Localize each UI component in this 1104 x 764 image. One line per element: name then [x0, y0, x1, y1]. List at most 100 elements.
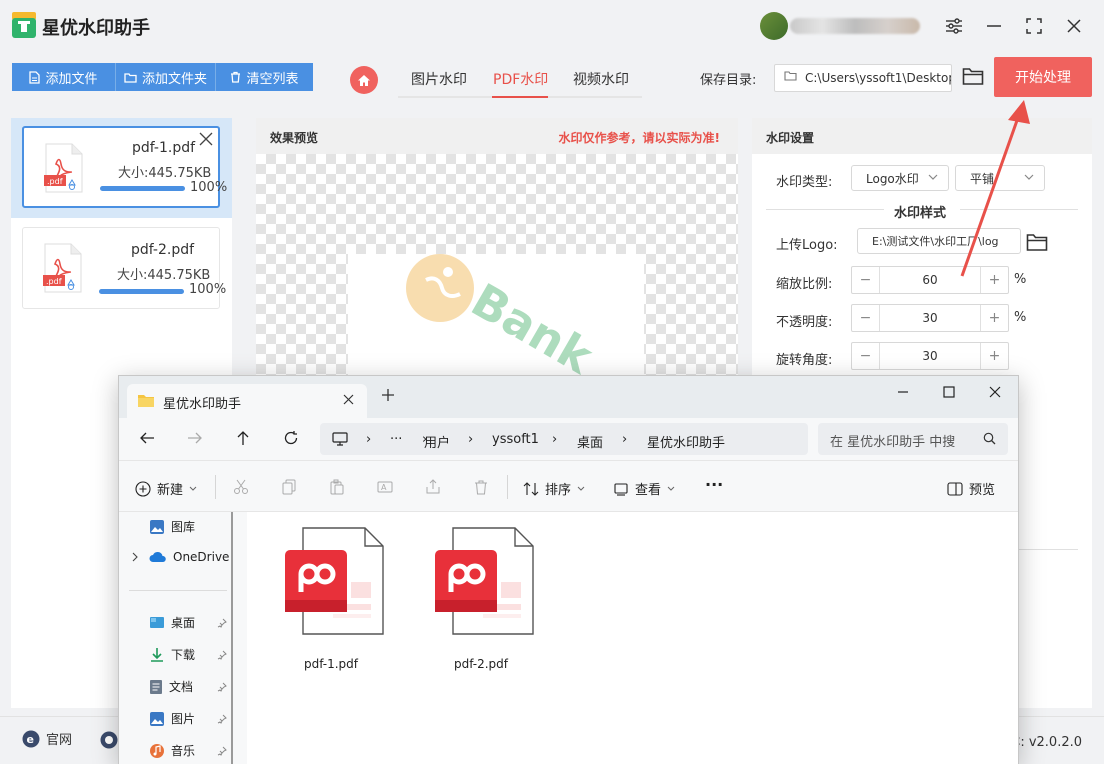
view-label: 查看	[635, 483, 662, 498]
search-box[interactable]: 在 星优水印助手 中搜	[818, 423, 1008, 455]
browse-folder-icon[interactable]	[962, 66, 984, 86]
chat-icon[interactable]	[100, 731, 118, 749]
new-button[interactable]: 新建	[135, 479, 197, 498]
add-folder-label: 添加文件夹	[141, 71, 207, 87]
chevron-right-icon[interactable]	[131, 552, 139, 562]
start-process-button[interactable]: 开始处理	[994, 57, 1092, 97]
pin-icon[interactable]	[217, 714, 227, 724]
sidebar-item-music[interactable]: 音乐	[149, 742, 195, 759]
rotation-value[interactable]: 30	[880, 349, 980, 363]
add-folder-button[interactable]: 添加文件夹	[116, 63, 216, 91]
settings-button[interactable]	[940, 12, 968, 40]
view-button[interactable]: 查看	[613, 479, 675, 498]
breadcrumb-users[interactable]: 用户	[424, 432, 450, 451]
file-item[interactable]: .pdf pdf-1.pdf 大小:445.75KB 100%	[22, 126, 227, 208]
save-dir-label: 保存目录:	[700, 73, 757, 88]
breadcrumb-more[interactable]: ···	[390, 432, 402, 447]
sidebar-item-label: 桌面	[171, 616, 196, 630]
more-options-button[interactable]: ···	[705, 475, 723, 494]
trash-icon	[231, 71, 241, 83]
sidebar-item-label: 音乐	[171, 744, 196, 758]
file-name: pdf-1.pdf	[132, 140, 196, 156]
sidebar-item-desktop[interactable]: 桌面	[149, 614, 195, 631]
user-account[interactable]	[760, 12, 920, 40]
sidebar-item-pictures[interactable]: 图片	[149, 710, 195, 727]
pin-icon[interactable]	[217, 746, 227, 756]
rotation-stepper[interactable]: − 30 +	[851, 342, 1009, 370]
preview-header: 效果预览 水印仅作参考，请以实际为准!	[256, 118, 738, 154]
music-icon	[150, 743, 164, 758]
watermark-type-value: Logo水印	[866, 171, 919, 186]
explorer-tab-title: 星优水印助手	[163, 397, 242, 412]
minimize-button[interactable]	[980, 12, 1008, 40]
watermark-type-select[interactable]: Logo水印	[851, 165, 949, 191]
forward-arrow-icon[interactable]	[187, 430, 203, 446]
clear-list-button[interactable]: 清空列表	[216, 63, 313, 91]
rename-icon[interactable]: A	[377, 479, 393, 495]
home-button[interactable]	[350, 66, 378, 94]
minimize-icon	[987, 25, 1001, 27]
sidebar-item-gallery[interactable]: 图库	[149, 518, 195, 535]
add-file-button[interactable]: 添加文件	[12, 63, 116, 91]
pin-icon[interactable]	[217, 682, 227, 692]
explorer-sidebar: 图库 OneDrive 桌面 下载 文档 图片 音乐	[119, 512, 247, 764]
back-arrow-icon[interactable]	[139, 430, 155, 446]
file-icon	[29, 70, 41, 84]
increment-button[interactable]: +	[980, 343, 1008, 369]
home-icon	[358, 74, 370, 86]
increment-button[interactable]: +	[980, 305, 1008, 331]
explorer-tab[interactable]: 星优水印助手	[127, 384, 367, 418]
share-icon[interactable]	[425, 479, 441, 495]
preview-pane-button[interactable]: 预览	[947, 479, 995, 498]
file-progress-fill	[100, 186, 185, 191]
opacity-stepper[interactable]: − 30 +	[851, 304, 1009, 332]
sidebar-item-documents[interactable]: 文档	[149, 678, 193, 695]
decrement-button[interactable]: −	[852, 267, 880, 293]
file-progress-bar	[99, 289, 184, 294]
delete-icon[interactable]	[473, 479, 489, 495]
file-size: 大小:445.75KB	[118, 166, 212, 181]
up-arrow-icon[interactable]	[235, 430, 251, 446]
decrement-button[interactable]: −	[852, 343, 880, 369]
close-button[interactable]	[975, 380, 1015, 404]
file-item[interactable]: .pdf pdf-2.pdf 大小:445.75KB 100%	[22, 227, 226, 309]
svg-text:.pdf: .pdf	[47, 177, 63, 186]
paste-icon[interactable]	[329, 479, 345, 495]
opacity-value[interactable]: 30	[880, 311, 980, 325]
address-bar[interactable]: › ··· › 用户 › yssoft1 › 桌面 › 星优水印助手	[320, 423, 808, 455]
settings-header: 水印设置	[752, 118, 1092, 154]
breadcrumb-user[interactable]: yssoft1	[492, 432, 539, 447]
cut-icon[interactable]	[233, 479, 249, 495]
official-site-link[interactable]: e 官网	[22, 729, 72, 748]
maximize-button[interactable]	[1020, 12, 1048, 40]
close-icon[interactable]	[343, 394, 354, 405]
close-icon[interactable]	[199, 132, 213, 146]
minimize-button[interactable]	[883, 380, 923, 404]
pin-icon[interactable]	[217, 618, 227, 628]
pin-icon[interactable]	[217, 650, 227, 660]
sidebar-item-downloads[interactable]: 下载	[149, 646, 195, 663]
breadcrumb-desktop[interactable]: 桌面	[577, 432, 603, 451]
maximize-button[interactable]	[929, 380, 969, 404]
app-title-bar: 星优水印助手	[0, 0, 1104, 52]
sidebar-item-onedrive[interactable]: OneDrive	[149, 550, 229, 564]
preview-pane-icon	[947, 481, 963, 496]
save-dir-input[interactable]: C:\Users\yssoft1\Desktop	[774, 64, 952, 92]
tab-video-watermark[interactable]: 视频水印	[573, 69, 629, 89]
tab-image-watermark[interactable]: 图片水印	[411, 69, 467, 89]
svg-text:A: A	[381, 483, 387, 492]
refresh-icon[interactable]	[283, 430, 299, 446]
explorer-command-bar: 新建 A 排序 查看 ··· 预览	[119, 460, 1018, 512]
file-explorer-window: 星优水印助手 › ··· › 用户 › yssoft1 › 桌面 › 星优水印助…	[118, 375, 1019, 764]
sort-button[interactable]: 排序	[523, 479, 585, 498]
tab-pdf-watermark[interactable]: PDF水印	[493, 69, 548, 89]
svg-text:.pdf: .pdf	[46, 277, 62, 286]
copy-icon[interactable]	[281, 479, 297, 495]
decrement-button[interactable]: −	[852, 305, 880, 331]
breadcrumb-current[interactable]: 星优水印助手	[647, 432, 725, 451]
new-tab-icon[interactable]	[381, 388, 395, 402]
close-button[interactable]	[1060, 12, 1088, 40]
add-file-label: 添加文件	[45, 71, 98, 87]
divider	[129, 590, 227, 591]
sidebar-scrollbar[interactable]	[231, 512, 233, 764]
